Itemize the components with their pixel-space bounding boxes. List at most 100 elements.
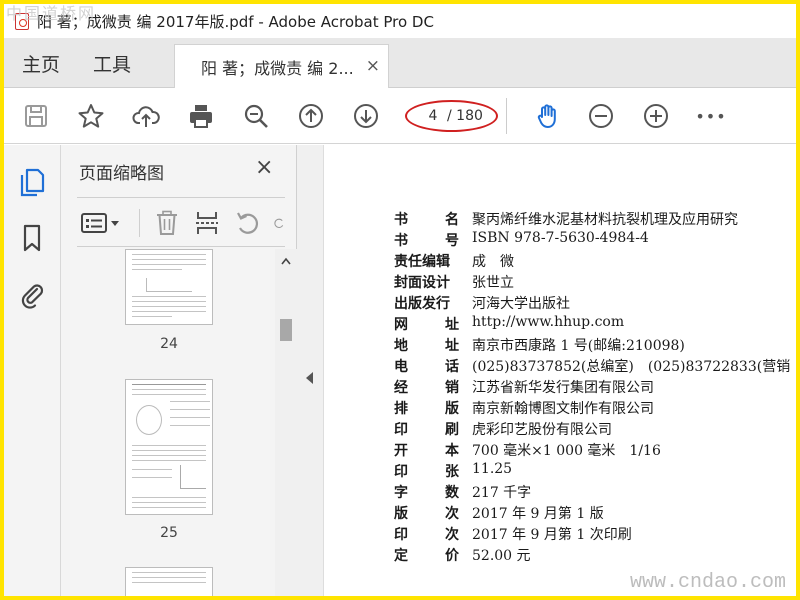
thumbnail-page-24[interactable]	[125, 249, 213, 325]
info-label: 字数	[394, 482, 472, 502]
hand-tool-button[interactable]	[532, 100, 564, 132]
page-thumbnails-button[interactable]	[18, 167, 46, 197]
publication-info-row: 书名聚丙烯纤维水泥基材料抗裂机理及应用研究	[394, 209, 738, 229]
info-value: (025)83737852(总编室) (025)83722833(营销	[472, 359, 791, 375]
bookmark-icon	[23, 224, 41, 252]
print-button[interactable]	[185, 100, 217, 132]
info-label-char: 印	[394, 464, 408, 480]
info-label: 地址	[394, 335, 472, 355]
info-label-char: 址	[445, 317, 459, 333]
info-value: 虎彩印艺股份有限公司	[472, 422, 612, 438]
info-value: 南京新翰博图文制作有限公司	[472, 401, 654, 417]
info-label-char: 址	[445, 338, 459, 354]
scrollbar-thumb[interactable]	[280, 319, 292, 341]
info-label: 印次	[394, 524, 472, 544]
close-tab-button[interactable]: ×	[366, 56, 380, 76]
info-label: 网址	[394, 314, 472, 334]
info-label: 经销	[394, 377, 472, 397]
upload-cloud-button[interactable]	[130, 100, 162, 132]
navigation-rail	[4, 145, 61, 596]
delete-page-button[interactable]	[155, 210, 179, 236]
cloud-upload-icon	[132, 106, 160, 127]
publication-info-row: 开本 700 毫米×1 000 毫米 1/16	[394, 440, 661, 460]
info-label: 责任编辑	[394, 251, 472, 271]
page-number-field[interactable]: 4 / 180	[405, 100, 498, 132]
previous-page-button[interactable]	[295, 100, 327, 132]
info-label: 封面设计	[394, 272, 472, 292]
zoom-in-button[interactable]	[640, 100, 672, 132]
info-label-char: 号	[445, 233, 459, 249]
page-thumbnails-panel: 页面缩略图 × 24 25	[61, 145, 297, 596]
insert-page-button[interactable]	[195, 210, 219, 236]
info-label-char: 电	[394, 359, 408, 375]
rotate-clockwise-icon	[274, 218, 284, 228]
info-value: 成 微	[472, 254, 514, 270]
rotate-icon	[237, 212, 259, 234]
tab-home[interactable]: 主页	[22, 50, 60, 77]
close-panel-button[interactable]: ×	[255, 155, 273, 180]
info-label: 电话	[394, 356, 472, 376]
watermark-top-left: 中国道桥网	[6, 4, 97, 23]
info-label-char: 地	[394, 338, 408, 354]
thumbnail-page-25[interactable]	[125, 379, 213, 515]
info-value: 张世立	[472, 275, 514, 291]
document-page: 书名聚丙烯纤维水泥基材料抗裂机理及应用研究书号 ISBN 978-7-5630-4…	[324, 145, 796, 596]
thumbnail-options-button[interactable]	[81, 210, 121, 236]
thumbnail-toolbar	[77, 197, 285, 247]
scroll-up-icon[interactable]	[281, 257, 291, 265]
panel-collapse-strip[interactable]	[297, 145, 324, 596]
arrow-up-circle-icon	[299, 104, 323, 128]
bookmark-star-button[interactable]	[75, 100, 107, 132]
info-value: 52.00 元	[472, 548, 531, 564]
thumbnail-page-number: 24	[160, 336, 178, 352]
publication-info-row: 网址 http://www.hhup.com	[394, 314, 624, 334]
next-page-button[interactable]	[350, 100, 382, 132]
pages-icon	[20, 168, 45, 197]
zoom-out-button[interactable]	[585, 100, 617, 132]
info-label-char: 封面设计	[394, 275, 450, 291]
printer-icon	[190, 105, 212, 128]
total-pages-label: / 180	[447, 108, 483, 124]
rotate-page-button[interactable]	[235, 210, 261, 236]
info-label-char: 名	[445, 212, 459, 228]
info-value: 700 毫米×1 000 毫米 1/16	[472, 443, 661, 459]
thumbnail-page-26[interactable]	[125, 567, 213, 596]
thumbnail-scrollbar[interactable]	[275, 249, 297, 596]
hand-icon	[537, 104, 556, 128]
tab-tools[interactable]: 工具	[93, 50, 131, 77]
save-button[interactable]	[20, 100, 52, 132]
info-label: 印张	[394, 461, 472, 481]
info-label: 排版	[394, 398, 472, 418]
info-label-char: 本	[445, 443, 459, 459]
zoom-out-search-button[interactable]	[240, 100, 272, 132]
insert-page-icon	[196, 212, 218, 234]
info-label-char: 网	[394, 317, 408, 333]
info-label-char: 书	[394, 233, 408, 249]
attachments-button[interactable]	[18, 279, 46, 309]
info-label-char: 开	[394, 443, 408, 459]
info-label-char: 刷	[445, 422, 459, 438]
window-title: 阳 著；成微责 编 2017年版.pdf - Adobe Acrobat Pro…	[37, 12, 434, 31]
info-label-char: 书	[394, 212, 408, 228]
tab-document[interactable]: 阳 著；成微责 编 2... ×	[174, 44, 389, 88]
bookmarks-button[interactable]	[18, 223, 46, 253]
arrow-down-circle-icon	[354, 104, 378, 128]
info-label-char: 版	[445, 401, 459, 417]
publication-info-row: 责任编辑 成 微	[394, 251, 514, 271]
info-value: 11.25	[472, 461, 513, 477]
publication-info-row: 印刷虎彩印艺股份有限公司	[394, 419, 612, 439]
publication-info-row: 版次 2017 年 9 月第 1 版	[394, 503, 604, 523]
collapse-left-icon[interactable]	[306, 372, 313, 384]
minus-circle-icon	[589, 104, 613, 128]
info-label: 开本	[394, 440, 472, 460]
save-icon	[25, 105, 47, 127]
more-thumbnail-tools-button[interactable]	[273, 210, 285, 236]
info-label: 书名	[394, 209, 472, 229]
publication-info-row: 书号 ISBN 978-7-5630-4984-4	[394, 230, 649, 250]
current-page-input[interactable]: 4	[422, 108, 444, 124]
publication-info-row: 印张 11.25	[394, 461, 512, 481]
more-tools-button[interactable]: •••	[695, 100, 727, 132]
thumbnail-page-number: 25	[160, 525, 178, 541]
acrobat-window: 阳 著；成微责 编 2017年版.pdf - Adobe Acrobat Pro…	[4, 4, 796, 596]
info-label: 定价	[394, 545, 472, 565]
